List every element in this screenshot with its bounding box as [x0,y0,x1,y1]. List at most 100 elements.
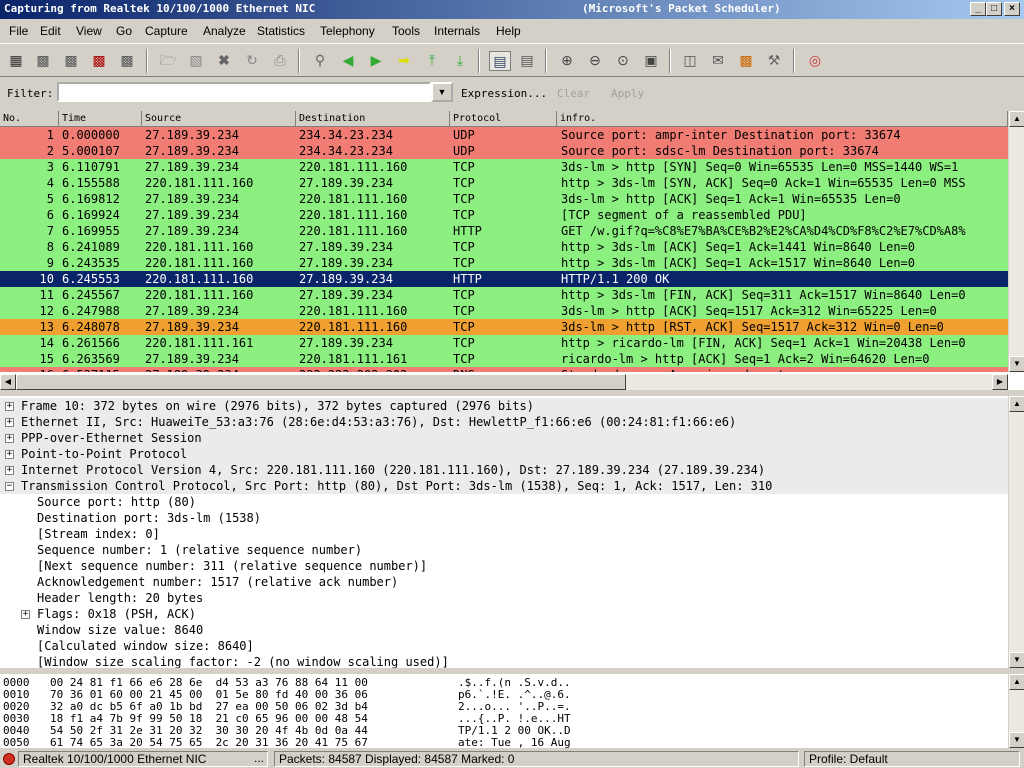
go-back-icon[interactable]: ◀ [338,51,358,69]
menu-go[interactable]: Go [116,24,132,38]
menu-internals[interactable]: Internals [434,24,480,38]
detail-row[interactable]: [Stream index: 0] [0,526,1008,542]
capture-filters-icon[interactable]: ◫ [680,51,700,69]
expand-icon[interactable]: + [21,610,30,619]
close-button[interactable]: × [1004,2,1020,16]
find-packet-icon[interactable]: ⚲ [310,51,330,69]
stop-capture-icon[interactable]: ▩ [89,51,109,69]
hscroll-thumb[interactable] [16,374,626,390]
packet-row[interactable]: 12 6.247988 27.189.39.234 220.181.111.160 TC… [0,303,1008,319]
coloring-rules-icon[interactable]: ▩ [736,51,756,69]
open-file-icon[interactable]: 🗁 [158,51,178,69]
apply-button[interactable]: Apply [611,87,644,100]
capture-options-icon[interactable]: ▩ [33,51,53,69]
menu-help[interactable]: Help [496,24,521,38]
detail-row[interactable]: [Calculated window size: 8640] [0,638,1008,654]
zoom-in-icon[interactable]: ⊕ [557,51,577,69]
detail-row[interactable]: Header length: 20 bytes [0,590,1008,606]
interface-list-icon[interactable]: ▦ [6,51,26,69]
preferences-icon[interactable]: ⚒ [764,51,784,69]
collapse-icon[interactable]: − [5,482,14,491]
menu-telephony[interactable]: Telephony [320,24,375,38]
restart-capture-icon[interactable]: ▩ [117,51,137,69]
packet-row[interactable]: 10 6.245553 220.181.111.160 27.189.39.234 HT… [0,271,1008,287]
minimize-button[interactable]: _ [970,2,986,16]
reload-icon[interactable]: ↻ [242,51,262,69]
packet-row[interactable]: 3 6.110791 27.189.39.234 220.181.111.160 TCP… [0,159,1008,175]
menu-statistics[interactable]: Statistics [257,24,305,38]
expression-button[interactable]: Expression... [461,87,547,100]
packet-row[interactable]: 5 6.169812 27.189.39.234 220.181.111.160 TCP… [0,191,1008,207]
packet-row[interactable]: 6 6.169924 27.189.39.234 220.181.111.160 TCP… [0,207,1008,223]
scroll-down-button[interactable]: ▼ [1009,732,1024,748]
packet-list-hscroll[interactable]: ◀ ▶ [0,374,1008,390]
detail-row[interactable]: + Internet Protocol Version 4, Src: 220.1… [0,462,1008,478]
detail-row[interactable]: + PPP-over-Ethernet Session [0,430,1008,446]
packet-row[interactable]: 14 6.261566 220.181.111.161 27.189.39.234 TC… [0,335,1008,351]
go-forward-icon[interactable]: ▶ [366,51,386,69]
scroll-left-button[interactable]: ◀ [0,374,16,390]
menu-view[interactable]: View [76,24,102,38]
filter-dropdown-button[interactable]: ▼ [431,82,453,102]
detail-row[interactable]: − Transmission Control Protocol, Src Port… [0,478,1008,494]
expand-icon[interactable]: + [5,418,14,427]
go-to-packet-icon[interactable]: ➡ [394,51,414,69]
column-destination[interactable]: Destination [296,111,450,127]
detail-row[interactable]: [Next sequence number: 311 (relative seq… [0,558,1008,574]
detail-row[interactable]: + Flags: 0x18 (PSH, ACK) [0,606,1008,622]
column-protocol[interactable]: Protocol [450,111,557,127]
packet-row[interactable]: 4 6.155588 220.181.111.160 27.189.39.234 TCP… [0,175,1008,191]
zoom-out-icon[interactable]: ⊖ [585,51,605,69]
help-icon[interactable]: ◎ [805,51,825,69]
resize-columns-icon[interactable]: ▣ [641,51,661,69]
expand-icon[interactable]: + [5,466,14,475]
menu-file[interactable]: File [9,24,28,38]
detail-row[interactable]: Sequence number: 1 (relative sequence nu… [0,542,1008,558]
detail-row[interactable]: + Point-to-Point Protocol [0,446,1008,462]
packet-row[interactable]: 13 6.248078 27.189.39.234 220.181.111.160 TC… [0,319,1008,335]
packet-row[interactable]: 2 5.000107 27.189.39.234 234.34.23.234 UDP So… [0,143,1008,159]
scroll-down-button[interactable]: ▼ [1009,652,1024,668]
colorize-icon[interactable]: ▤ [489,51,511,71]
display-filters-icon[interactable]: ✉ [708,51,728,69]
save-file-icon[interactable]: ▧ [186,51,206,69]
scroll-down-button[interactable]: ▼ [1009,356,1024,372]
menu-edit[interactable]: Edit [40,24,61,38]
start-capture-icon[interactable]: ▩ [61,51,81,69]
hex-row[interactable]: 0050 61 74 65 3a 20 54 75 65 2c 20 31 36 … [0,736,1008,748]
go-last-icon[interactable]: ⤓ [450,51,470,69]
expand-icon[interactable]: + [5,434,14,443]
column-no[interactable]: No. [0,111,59,127]
column-source[interactable]: Source [142,111,296,127]
scroll-right-button[interactable]: ▶ [992,374,1008,390]
packet-list-vscroll[interactable]: ▲ ▼ [1008,111,1024,372]
clear-button[interactable]: Clear [557,87,590,100]
print-icon[interactable]: ⎙ [270,51,290,69]
detail-row[interactable]: + Ethernet II, Src: HuaweiTe_53:a3:76 (28… [0,414,1008,430]
scroll-up-button[interactable]: ▲ [1009,111,1024,127]
packet-row[interactable]: 15 6.263569 27.189.39.234 220.181.111.161 TC… [0,351,1008,367]
status-profile[interactable]: Profile: Default [804,751,1020,767]
detail-row[interactable]: Window size value: 8640 [0,622,1008,638]
menu-analyze[interactable]: Analyze [203,24,246,38]
scroll-up-button[interactable]: ▲ [1009,396,1024,412]
packet-row[interactable]: 1 0.000000 27.189.39.234 234.34.23.234 UDP So… [0,127,1008,143]
close-file-icon[interactable]: ✖ [214,51,234,69]
go-first-icon[interactable]: ⤒ [422,51,442,69]
column-time[interactable]: Time [59,111,142,127]
filter-input[interactable] [57,82,431,102]
bytes-vscroll[interactable]: ▲ ▼ [1008,674,1024,748]
detail-row[interactable]: Destination port: 3ds-lm (1538) [0,510,1008,526]
detail-row[interactable]: Acknowledgement number: 1517 (relative a… [0,574,1008,590]
detail-row[interactable]: Source port: http (80) [0,494,1008,510]
expand-icon[interactable]: + [5,402,14,411]
packet-row[interactable]: 11 6.245567 220.181.111.160 27.189.39.234 TC… [0,287,1008,303]
packet-row[interactable]: 7 6.169955 27.189.39.234 220.181.111.160 HTT… [0,223,1008,239]
packet-row[interactable]: 8 6.241089 220.181.111.160 27.189.39.234 TCP… [0,239,1008,255]
details-vscroll[interactable]: ▲ ▼ [1008,396,1024,668]
column-info[interactable]: infro. [557,111,1008,127]
normal-size-icon[interactable]: ⊙ [613,51,633,69]
scroll-up-button[interactable]: ▲ [1009,674,1024,690]
menu-tools[interactable]: Tools [392,24,420,38]
detail-row[interactable]: + Frame 10: 372 bytes on wire (2976 bits)… [0,398,1008,414]
